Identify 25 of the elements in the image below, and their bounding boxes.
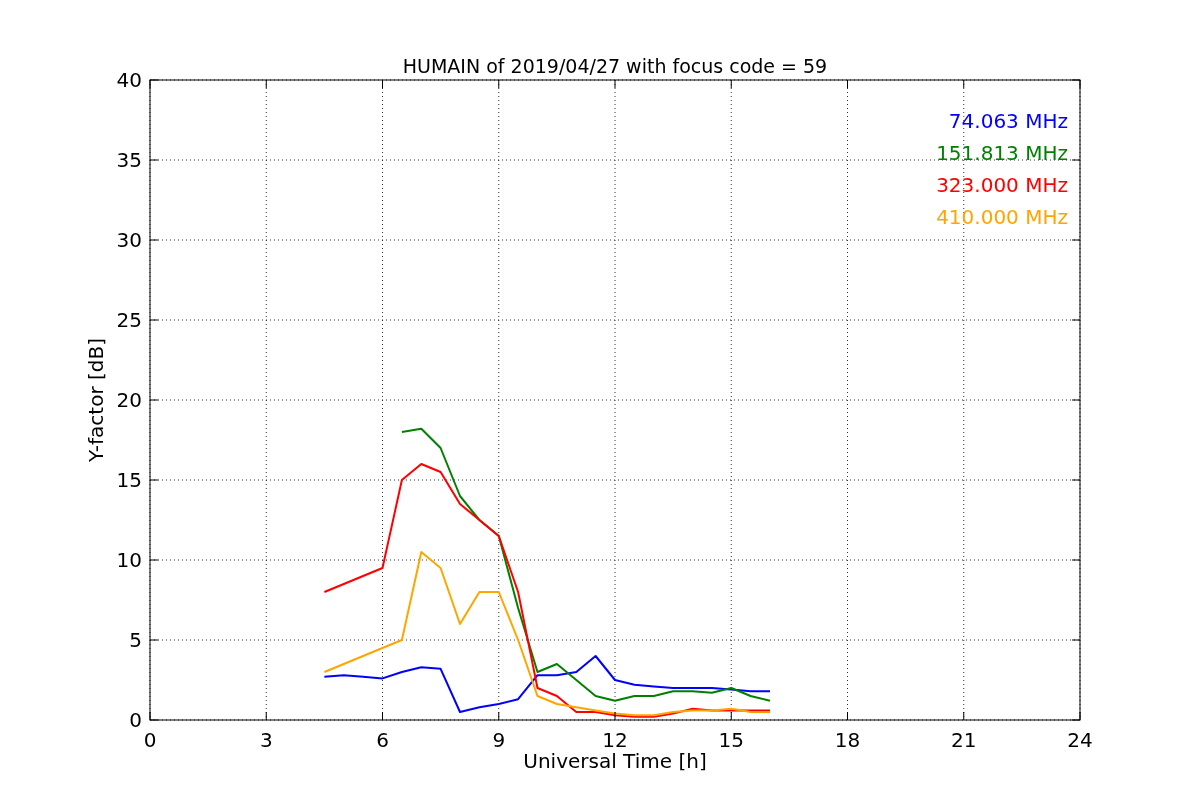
y-tick-label: 5 xyxy=(129,628,142,652)
y-tick-label: 30 xyxy=(116,228,142,252)
y-tick-label: 20 xyxy=(116,388,142,412)
y-axis-label: Y-factor [dB] xyxy=(84,338,108,462)
x-tick-label: 0 xyxy=(143,728,157,752)
x-tick-label: 18 xyxy=(834,728,861,752)
x-tick-label: 3 xyxy=(259,728,273,752)
x-tick-label: 12 xyxy=(602,728,628,752)
legend-label: 74.063 MHz xyxy=(948,109,1068,133)
x-axis-label: Universal Time [h] xyxy=(523,749,707,773)
legend-label: 410.000 MHz xyxy=(936,205,1068,229)
x-tick-label: 6 xyxy=(376,728,389,752)
x-tick-label: 9 xyxy=(492,728,506,752)
x-tick-label: 15 xyxy=(718,728,744,752)
chart-title: HUMAIN of 2019/04/27 with focus code = 59 xyxy=(402,55,828,77)
y-tick-label: 10 xyxy=(116,548,142,572)
y-tick-label: 0 xyxy=(129,708,142,732)
y-tick-label: 40 xyxy=(116,68,142,92)
legend-label: 151.813 MHz xyxy=(936,141,1068,165)
y-tick-label: 15 xyxy=(116,468,142,492)
x-tick-label: 24 xyxy=(1067,728,1093,752)
y-tick-label: 25 xyxy=(116,308,142,332)
x-tick-label: 21 xyxy=(951,728,977,752)
y-tick-label: 35 xyxy=(116,148,142,172)
legend-label: 323.000 MHz xyxy=(936,173,1068,197)
